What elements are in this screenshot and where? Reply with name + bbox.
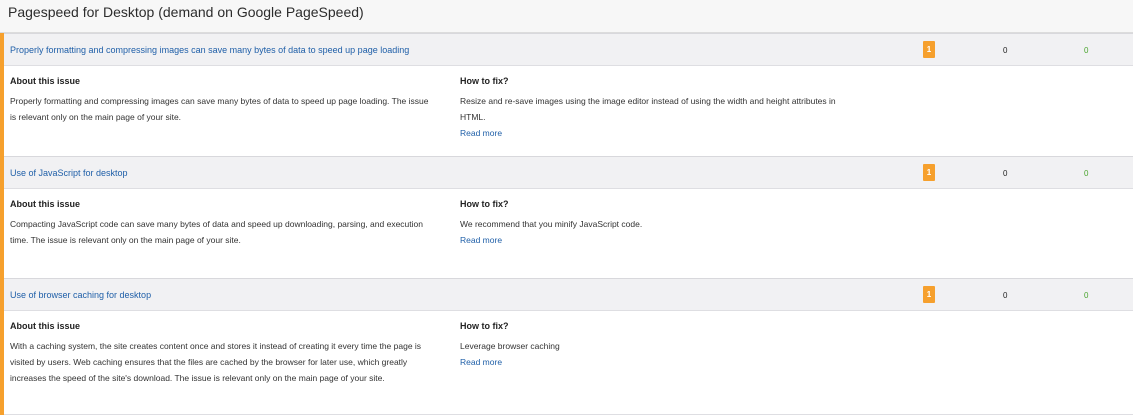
issue-row[interactable]: Use of browser caching for desktop 1 0 0	[4, 278, 1133, 311]
about-text: With a caching system, the site creates …	[10, 341, 422, 383]
issue-details: About this issue Compacting JavaScript c…	[4, 189, 1133, 278]
issue-title-link[interactable]: Use of JavaScript for desktop	[10, 168, 128, 178]
about-section: About this issue With a caching system, …	[10, 311, 430, 386]
issue-count-right: 0	[1084, 291, 1089, 300]
issue-row[interactable]: Use of JavaScript for desktop 1 0 0	[4, 156, 1133, 189]
read-more-link[interactable]: Read more	[460, 125, 860, 141]
issue-title-link[interactable]: Properly formatting and compressing imag…	[10, 45, 409, 55]
fix-heading: How to fix?	[460, 76, 509, 86]
issue-count-right: 0	[1084, 46, 1089, 55]
about-section: About this issue Compacting JavaScript c…	[10, 189, 430, 248]
issue-count-badge: 1	[923, 41, 935, 58]
fix-heading: How to fix?	[460, 199, 509, 209]
read-more-link[interactable]: Read more	[460, 232, 642, 248]
issue-count-badge: 1	[923, 286, 935, 303]
issue-count-mid: 0	[1003, 291, 1008, 300]
about-text: Compacting JavaScript code can save many…	[10, 219, 423, 245]
issue-count-mid: 0	[1003, 46, 1008, 55]
issue-count-mid: 0	[1003, 169, 1008, 178]
fix-section: How to fix? Resize and re-save images us…	[460, 66, 860, 141]
fix-text: Resize and re-save images using the imag…	[460, 96, 836, 122]
issue-details: About this issue Properly formatting and…	[4, 66, 1133, 156]
issue-count-right: 0	[1084, 169, 1089, 178]
about-heading: About this issue	[10, 76, 81, 86]
fix-text: Leverage browser caching	[460, 341, 560, 351]
about-heading: About this issue	[10, 199, 81, 209]
issues-list: Properly formatting and compressing imag…	[0, 33, 1133, 415]
page-title: Pagespeed for Desktop (demand on Google …	[8, 4, 364, 20]
fix-section: How to fix? Leverage browser caching Rea…	[460, 311, 560, 370]
issue-row[interactable]: Properly formatting and compressing imag…	[4, 33, 1133, 66]
read-more-link[interactable]: Read more	[460, 354, 560, 370]
about-text: Properly formatting and compressing imag…	[10, 96, 429, 122]
about-section: About this issue Properly formatting and…	[10, 66, 430, 125]
fix-heading: How to fix?	[460, 321, 509, 331]
fix-section: How to fix? We recommend that you minify…	[460, 189, 642, 248]
page-header: Pagespeed for Desktop (demand on Google …	[0, 0, 1133, 33]
fix-text: We recommend that you minify JavaScript …	[460, 219, 643, 229]
issue-count-badge: 1	[923, 164, 935, 181]
issue-details: About this issue With a caching system, …	[4, 311, 1133, 415]
about-heading: About this issue	[10, 321, 81, 331]
issue-title-link[interactable]: Use of browser caching for desktop	[10, 290, 151, 300]
